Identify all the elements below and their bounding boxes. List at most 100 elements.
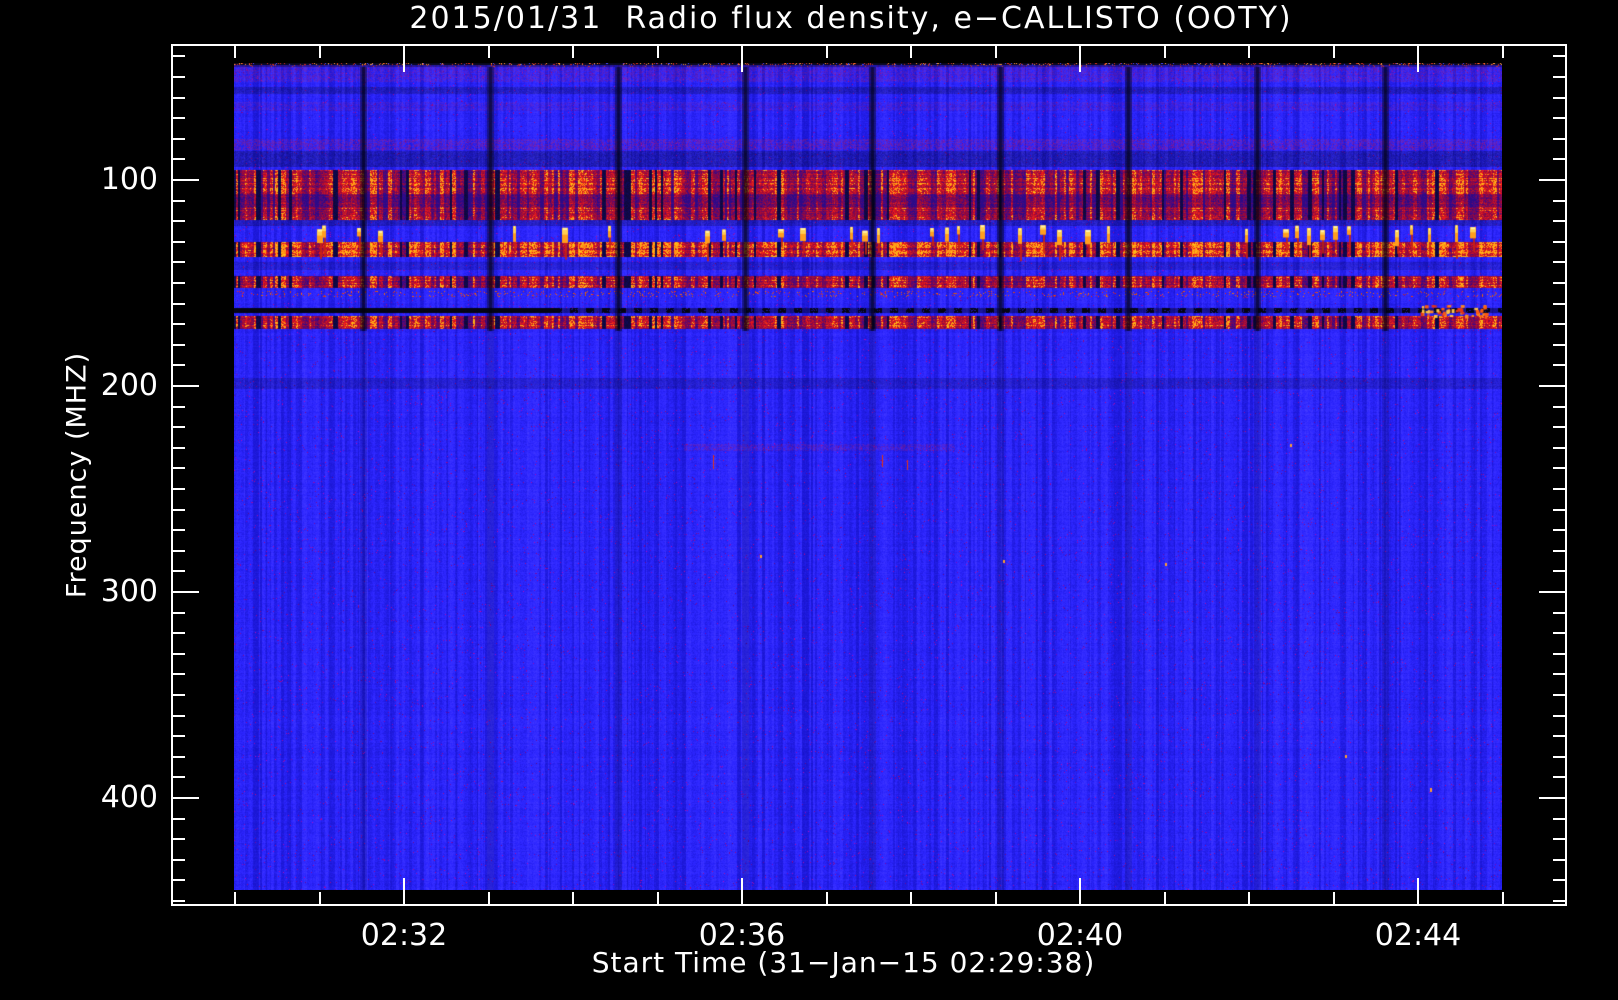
y-axis-minor-tick [171,735,185,737]
x-axis-minor-tick [910,44,912,58]
y-axis-major-tick [1539,591,1567,593]
x-axis-minor-tick [995,892,997,906]
y-axis-minor-tick [1553,426,1567,428]
y-axis-minor-tick [171,117,185,119]
y-axis-minor-tick [1553,859,1567,861]
y-axis-minor-tick [171,488,185,490]
x-axis-minor-tick [995,44,997,58]
y-axis-minor-tick [1553,756,1567,758]
y-axis-minor-tick [171,550,185,552]
y-axis-minor-tick [1553,735,1567,737]
y-axis-minor-tick [171,158,185,160]
y-axis-minor-tick [1553,138,1567,140]
x-axis-minor-tick [234,44,236,58]
y-tick-label: 400 [100,780,158,815]
x-axis-minor-tick [319,892,321,906]
y-axis-minor-tick [1553,406,1567,408]
y-axis-minor-tick [171,282,185,284]
y-axis-minor-tick [1553,282,1567,284]
x-axis-minor-tick [1164,44,1166,58]
y-axis-minor-tick [171,406,185,408]
x-axis-minor-tick [910,892,912,906]
y-axis-minor-tick [1553,467,1567,469]
y-axis-minor-tick [1553,694,1567,696]
y-axis-minor-tick [171,694,185,696]
y-axis-minor-tick [1553,447,1567,449]
y-axis-minor-tick [1553,818,1567,820]
y-axis-minor-tick [171,818,185,820]
y-axis-minor-tick [1553,879,1567,881]
y-axis-minor-tick [1553,76,1567,78]
x-axis-major-tick [1079,878,1081,906]
y-axis-minor-tick [171,653,185,655]
y-axis-minor-tick [1553,529,1567,531]
x-axis-minor-tick [572,44,574,58]
y-axis-major-tick [1539,385,1567,387]
y-axis-major-tick [171,385,199,387]
y-axis-minor-tick [171,55,185,57]
y-tick-label: 200 [100,368,158,403]
y-axis-minor-tick [1553,323,1567,325]
x-axis-minor-tick [488,44,490,58]
y-axis-major-tick [171,591,199,593]
y-axis-minor-tick [1553,97,1567,99]
y-axis-minor-tick [1553,55,1567,57]
y-axis-minor-tick [171,467,185,469]
x-axis-major-tick [741,878,743,906]
x-axis-minor-tick [319,44,321,58]
y-axis-minor-tick [171,200,185,202]
y-tick-label: 300 [100,574,158,609]
y-axis-minor-tick [171,838,185,840]
x-axis-major-tick [403,44,405,72]
y-axis-minor-tick [171,303,185,305]
x-axis-label: Start Time (31−Jan−15 02:29:38) [591,946,1096,979]
y-axis-minor-tick [171,509,185,511]
y-axis-major-tick [171,797,199,799]
chart-title: 2015/01/31 Radio flux density, e−CALLIST… [409,1,1293,36]
y-axis-minor-tick [171,138,185,140]
y-axis-minor-tick [171,900,185,902]
y-axis-minor-tick [171,261,185,263]
x-axis-major-tick [403,878,405,906]
y-axis-minor-tick [1553,550,1567,552]
y-axis-minor-tick [171,447,185,449]
y-tick-label: 100 [100,162,158,197]
x-axis-minor-tick [1333,892,1335,906]
y-axis-minor-tick [1553,570,1567,572]
y-axis-major-tick [171,179,199,181]
y-axis-minor-tick [171,529,185,531]
y-axis-minor-tick [171,776,185,778]
y-axis-minor-tick [171,220,185,222]
y-axis-minor-tick [171,632,185,634]
y-axis-minor-tick [171,756,185,758]
x-axis-minor-tick [1164,892,1166,906]
y-axis-minor-tick [171,323,185,325]
x-axis-minor-tick [1248,44,1250,58]
y-axis-minor-tick [1553,261,1567,263]
y-axis-minor-tick [1553,488,1567,490]
y-axis-minor-tick [171,241,185,243]
y-axis-minor-tick [1553,220,1567,222]
y-axis-minor-tick [1553,158,1567,160]
y-axis-minor-tick [1553,715,1567,717]
x-axis-minor-tick [657,892,659,906]
x-axis-minor-tick [488,892,490,906]
y-axis-minor-tick [1553,612,1567,614]
y-axis-minor-tick [171,612,185,614]
y-axis-minor-tick [171,570,185,572]
x-axis-minor-tick [1502,892,1504,906]
y-axis-minor-tick [171,879,185,881]
y-axis-minor-tick [1553,653,1567,655]
y-axis-minor-tick [1553,364,1567,366]
y-axis-minor-tick [1553,632,1567,634]
y-axis-minor-tick [1553,838,1567,840]
x-axis-minor-tick [826,892,828,906]
x-axis-major-tick [1417,878,1419,906]
y-axis-minor-tick [1553,303,1567,305]
x-axis-minor-tick [826,44,828,58]
y-axis-major-tick [1539,179,1567,181]
x-axis-major-tick [1417,44,1419,72]
y-axis-minor-tick [171,715,185,717]
y-axis-minor-tick [171,859,185,861]
x-axis-major-tick [741,44,743,72]
